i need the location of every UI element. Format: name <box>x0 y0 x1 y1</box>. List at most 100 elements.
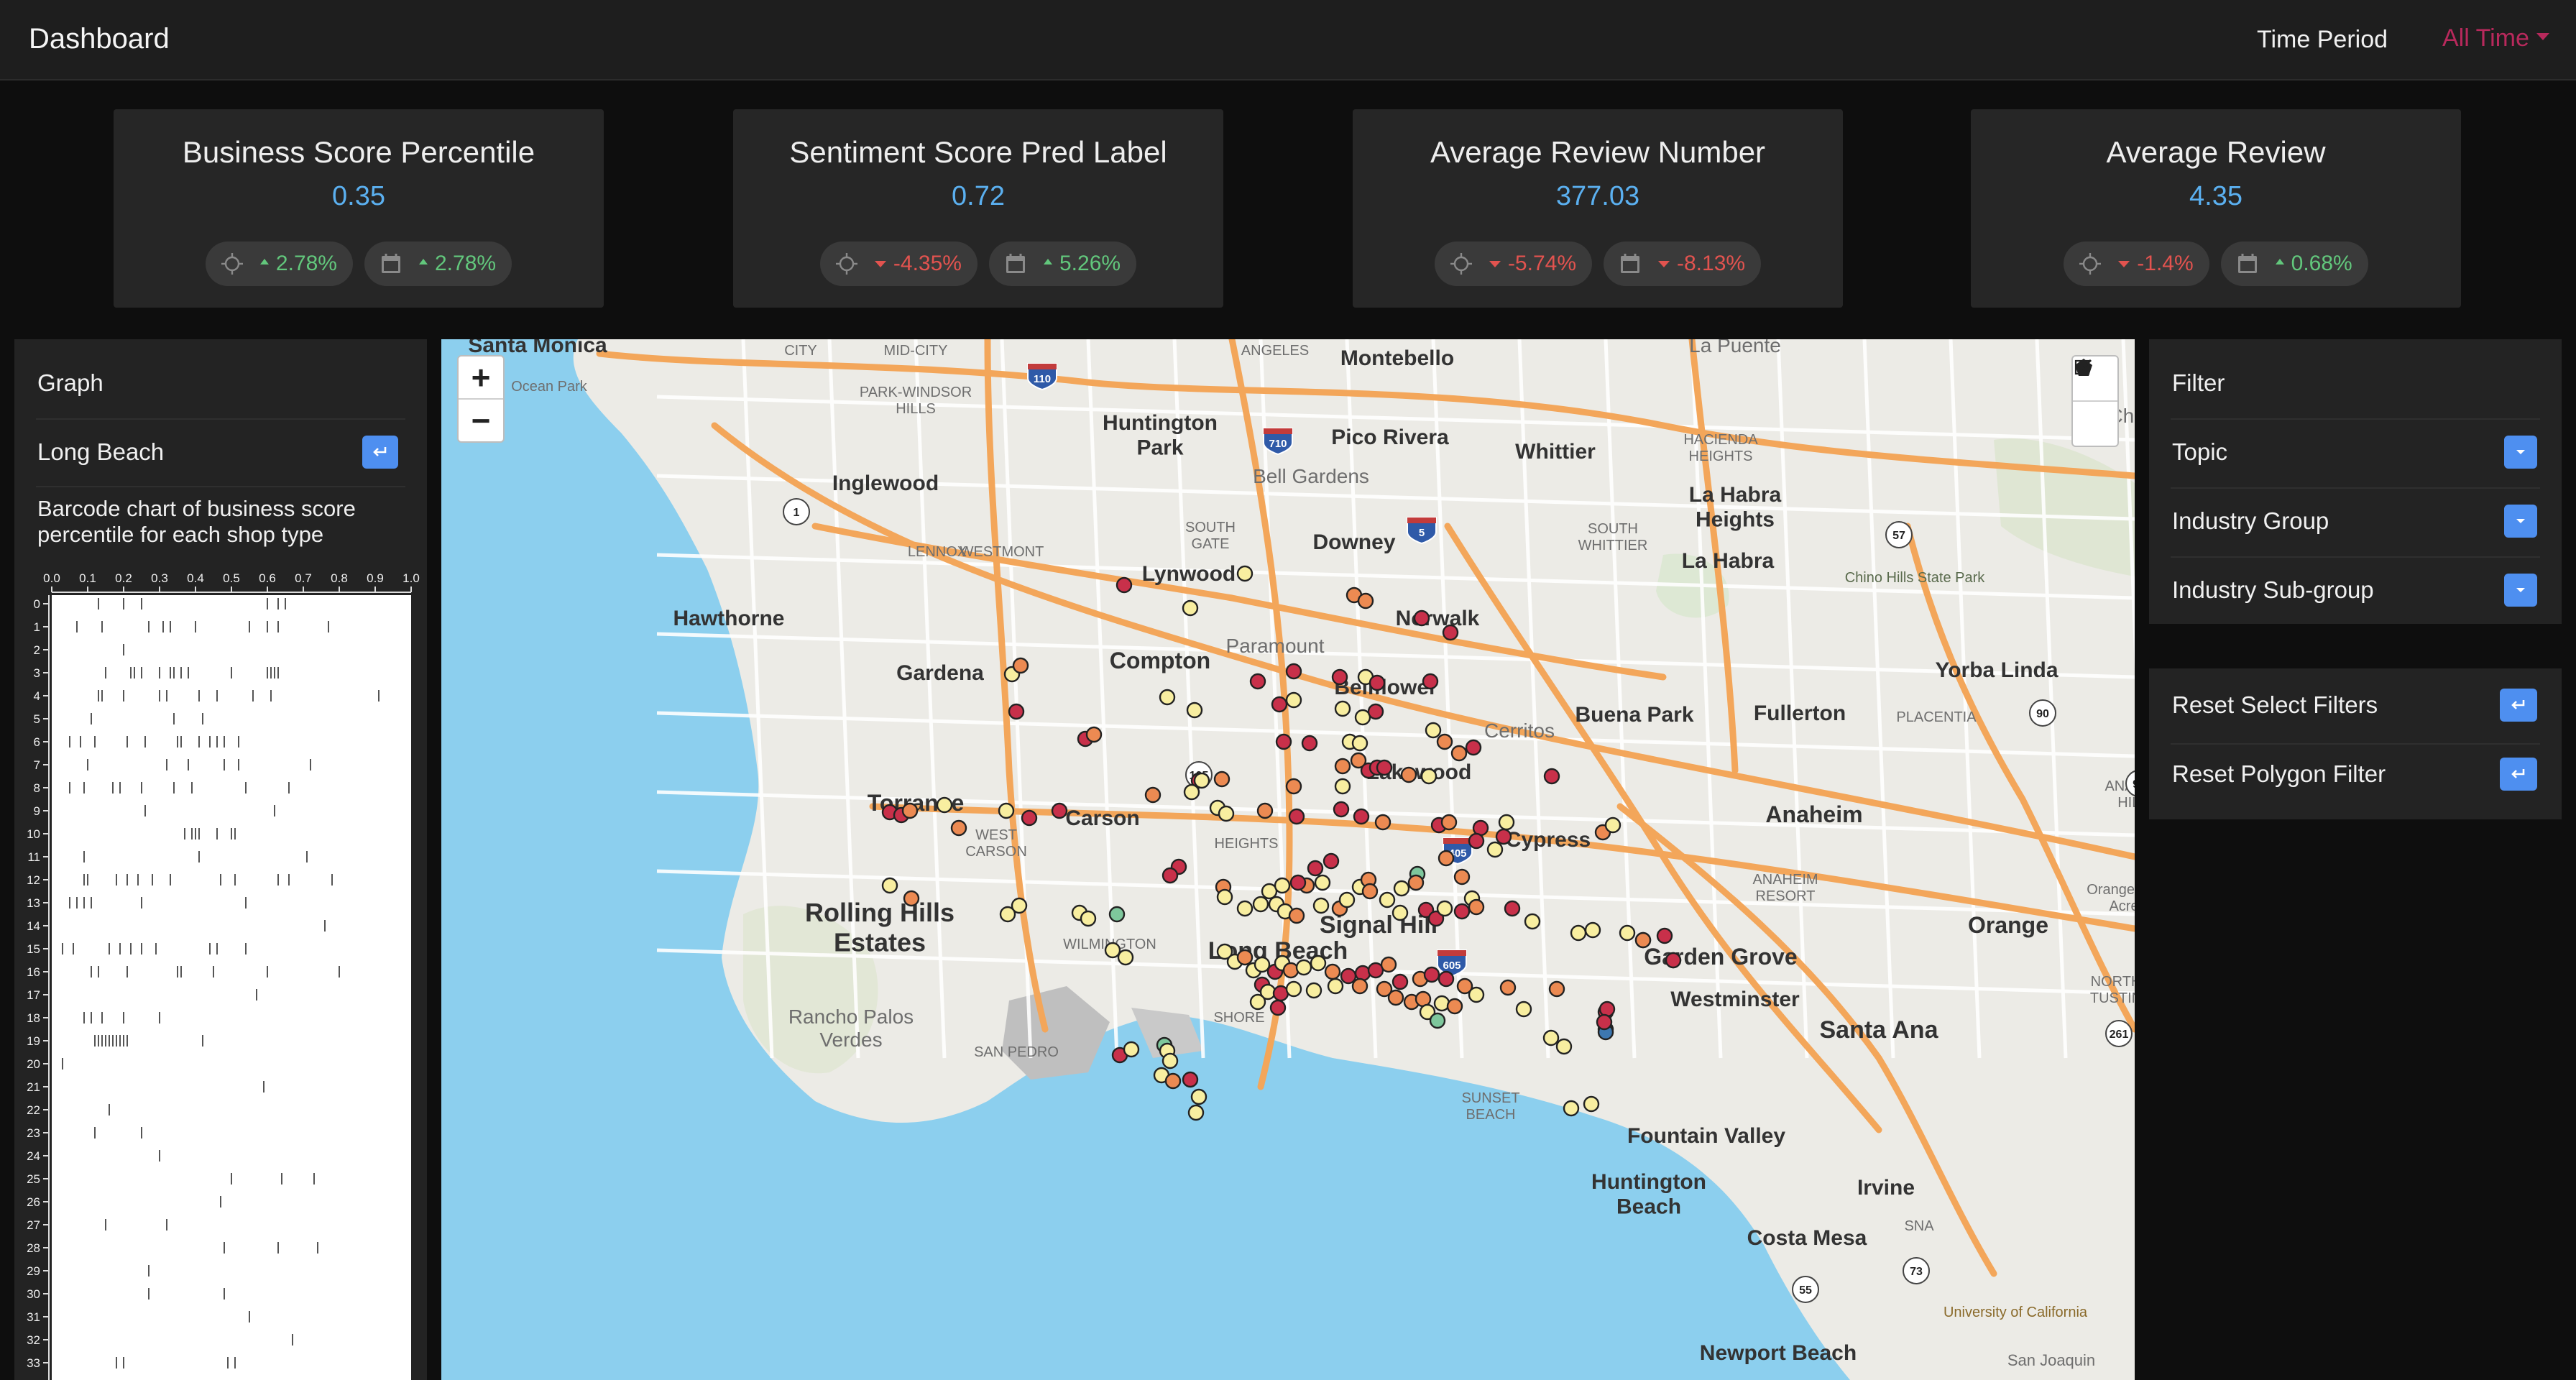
business-point[interactable] <box>1376 759 1393 776</box>
business-point[interactable] <box>1193 772 1210 789</box>
business-point[interactable] <box>1468 986 1485 1003</box>
business-point[interactable] <box>1387 989 1404 1006</box>
business-point[interactable] <box>1400 766 1417 783</box>
business-point[interactable] <box>1604 816 1622 834</box>
business-point[interactable] <box>1392 904 1409 921</box>
business-point[interactable] <box>1495 828 1512 845</box>
business-point[interactable] <box>1289 874 1307 891</box>
business-point[interactable] <box>1187 1104 1205 1121</box>
business-point[interactable] <box>1379 891 1396 908</box>
business-point[interactable] <box>1338 891 1356 908</box>
business-point[interactable] <box>903 890 920 907</box>
business-point[interactable] <box>1274 877 1291 894</box>
business-point[interactable] <box>881 877 898 894</box>
business-point[interactable] <box>1465 739 1482 756</box>
reset-polygon-filter-button[interactable] <box>2500 758 2537 791</box>
business-point[interactable] <box>1104 942 1121 959</box>
business-point[interactable] <box>1420 768 1438 785</box>
business-point[interactable] <box>1282 962 1300 979</box>
business-point[interactable] <box>1218 805 1235 822</box>
business-point[interactable] <box>1354 965 1371 982</box>
business-point[interactable] <box>999 906 1016 923</box>
business-point[interactable] <box>1436 900 1453 917</box>
business-point[interactable] <box>1236 565 1254 582</box>
business-point[interactable] <box>1312 897 1330 914</box>
business-point[interactable] <box>1314 874 1331 891</box>
business-point[interactable] <box>1380 956 1397 973</box>
business-point[interactable] <box>1374 814 1392 831</box>
filter-topic-dropdown[interactable] <box>2504 436 2537 469</box>
business-point[interactable] <box>1183 783 1200 801</box>
business-point[interactable] <box>1368 674 1386 691</box>
business-point[interactable] <box>1186 702 1203 719</box>
business-point[interactable] <box>1515 1000 1532 1018</box>
business-point[interactable] <box>1285 980 1302 998</box>
business-point[interactable] <box>1438 970 1455 988</box>
business-point[interactable] <box>1423 966 1440 983</box>
business-point[interactable] <box>1433 995 1450 1012</box>
business-point[interactable] <box>1295 959 1312 976</box>
business-point[interactable] <box>1453 868 1471 886</box>
business-point[interactable] <box>1392 973 1409 990</box>
business-point[interactable] <box>1051 802 1068 819</box>
edit-polygon-button[interactable] <box>2073 359 2117 446</box>
business-point[interactable] <box>1108 906 1126 923</box>
business-point[interactable] <box>1334 758 1351 775</box>
business-point[interactable] <box>1269 999 1287 1016</box>
business-point[interactable] <box>1429 1012 1446 1029</box>
business-point[interactable] <box>1080 910 1097 927</box>
business-point[interactable] <box>1361 883 1379 900</box>
business-point[interactable] <box>1524 913 1541 930</box>
business-point[interactable] <box>1331 668 1348 686</box>
business-point[interactable] <box>1307 860 1324 877</box>
business-point[interactable] <box>1499 979 1517 996</box>
business-point[interactable] <box>1213 770 1230 788</box>
business-point[interactable] <box>1301 735 1318 752</box>
business-point[interactable] <box>1256 802 1274 819</box>
business-point[interactable] <box>1563 1100 1580 1117</box>
business-point[interactable] <box>1665 952 1682 969</box>
business-point[interactable] <box>1333 801 1350 818</box>
business-point[interactable] <box>1436 733 1453 750</box>
business-point[interactable] <box>1548 980 1565 998</box>
zoom-out-button[interactable]: − <box>459 398 503 441</box>
business-point[interactable] <box>1288 907 1305 924</box>
business-point[interactable] <box>1123 1041 1140 1058</box>
business-point[interactable] <box>1324 963 1341 980</box>
business-point[interactable] <box>1468 898 1485 916</box>
reset-select-filters-button[interactable] <box>2500 689 2537 722</box>
business-point[interactable] <box>1598 1000 1616 1018</box>
business-point[interactable] <box>1543 768 1560 785</box>
business-point[interactable] <box>1583 1095 1600 1113</box>
filter-industry-subgroup-dropdown[interactable] <box>2504 574 2537 607</box>
business-point[interactable] <box>1285 778 1302 795</box>
business-point[interactable] <box>1327 978 1344 995</box>
business-point[interactable] <box>998 802 1015 819</box>
business-point[interactable] <box>1190 1088 1208 1105</box>
business-point[interactable] <box>1351 735 1368 752</box>
filter-industry-group-dropdown[interactable] <box>2504 505 2537 538</box>
business-point[interactable] <box>1271 696 1288 713</box>
business-point[interactable] <box>1453 903 1471 920</box>
business-point[interactable] <box>1334 778 1351 795</box>
business-point[interactable] <box>1450 745 1468 762</box>
business-point[interactable] <box>1542 1029 1560 1046</box>
map-view[interactable]: Santa Monica Ocean Park CITY MID-CITY PARK-W… <box>441 339 2135 1380</box>
business-point[interactable] <box>1498 814 1515 831</box>
business-point[interactable] <box>1162 867 1179 884</box>
business-point[interactable] <box>1085 726 1103 743</box>
time-period-dropdown[interactable]: All Time <box>2442 24 2549 52</box>
business-point[interactable] <box>1144 786 1162 804</box>
business-point[interactable] <box>1570 924 1587 942</box>
business-point[interactable] <box>1275 733 1292 750</box>
business-point[interactable] <box>936 796 953 814</box>
business-point[interactable] <box>1322 852 1340 870</box>
business-point[interactable] <box>1555 1038 1573 1055</box>
business-point[interactable] <box>1413 610 1430 627</box>
location-back-button[interactable] <box>362 436 398 469</box>
business-point[interactable] <box>1446 998 1463 1015</box>
zoom-in-button[interactable]: + <box>459 356 503 398</box>
business-point[interactable] <box>1249 673 1266 690</box>
business-point[interactable] <box>901 802 919 819</box>
map-canvas[interactable]: Santa MonicaOcean ParkCITY MID-CITYPARK-W… <box>441 339 2135 1380</box>
